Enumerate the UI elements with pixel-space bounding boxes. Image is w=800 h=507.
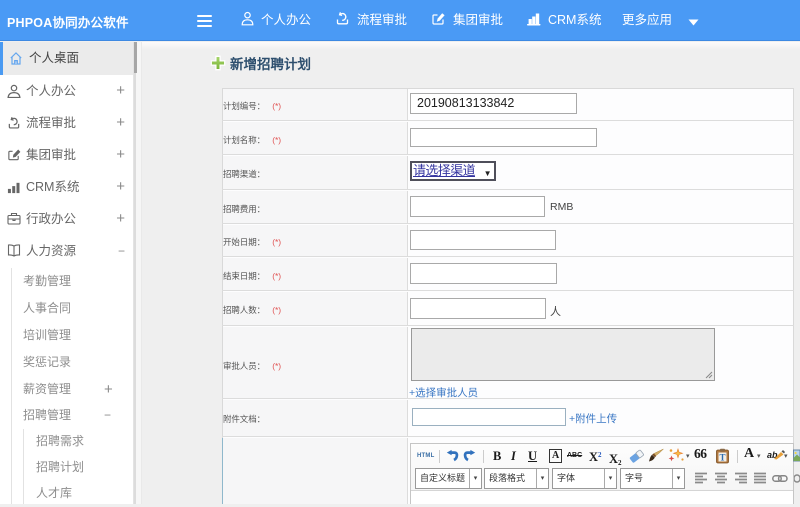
svg-text:T: T <box>719 453 725 463</box>
